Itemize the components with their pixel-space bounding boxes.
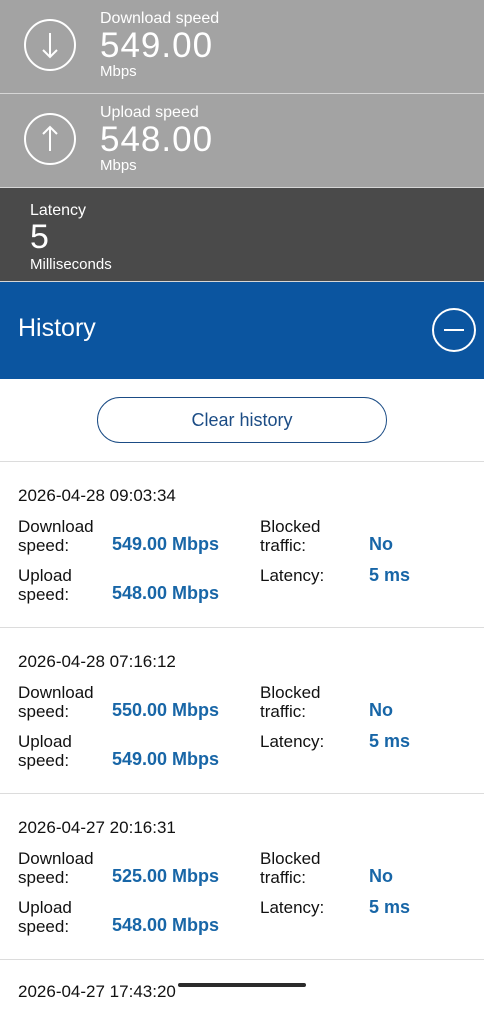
upload-speed-panel: Upload speed 548.00 Mbps — [0, 94, 484, 188]
upload-speed-label: Upload speed: — [18, 566, 72, 604]
latency-value: 5 ms — [369, 731, 411, 751]
download-speed-value: 550.00 Mbps — [112, 700, 220, 720]
download-speed-unit: Mbps — [100, 63, 137, 80]
history-title: History — [18, 314, 96, 342]
upload-speed-value: 548.00 Mbps — [112, 915, 220, 935]
collapse-history-button[interactable] — [432, 308, 476, 352]
blocked-traffic-label: Blocked traffic: — [260, 849, 321, 887]
arrow-down-icon — [24, 19, 76, 71]
latency-value: 5 ms — [369, 565, 411, 585]
upload-speed-label: Upload speed: — [18, 732, 72, 770]
minus-icon — [444, 329, 464, 331]
entry-timestamp: 2026-04-28 09:03:34 — [18, 486, 176, 505]
download-speed-label: Download speed: — [18, 517, 94, 555]
entry-timestamp: 2026-04-28 07:16:12 — [18, 652, 176, 671]
history-entry: 2026-04-28 07:16:12 Download speed: 550.… — [0, 628, 484, 794]
entry-timestamp: 2026-04-27 20:16:31 — [18, 818, 176, 837]
latency-value: 5 — [30, 218, 50, 256]
clear-history-section: Clear history — [0, 379, 484, 462]
upload-speed-value: 548.00 — [100, 120, 214, 159]
download-speed-value: 549.00 Mbps — [112, 534, 220, 554]
clear-history-button[interactable]: Clear history — [97, 397, 387, 443]
history-header: History — [0, 282, 484, 379]
upload-speed-unit: Mbps — [100, 157, 137, 174]
blocked-traffic-label: Blocked traffic: — [260, 517, 321, 555]
upload-speed-label: Upload speed: — [18, 898, 72, 936]
history-entry: 2026-04-28 09:03:34 Download speed: 549.… — [0, 462, 484, 628]
blocked-traffic-value: No — [369, 700, 393, 720]
upload-speed-value: 548.00 Mbps — [112, 583, 220, 603]
latency-label: Latency: — [260, 732, 325, 751]
latency-panel: Latency 5 Milliseconds — [0, 188, 484, 282]
download-speed-value: 549.00 — [100, 26, 214, 65]
arrow-up-icon — [24, 113, 76, 165]
download-speed-label: Download speed: — [18, 683, 94, 721]
entry-timestamp: 2026-04-27 17:43:20 — [18, 982, 176, 1001]
latency-unit: Milliseconds — [30, 256, 112, 273]
download-speed-value: 525.00 Mbps — [112, 866, 220, 886]
upload-speed-value: 549.00 Mbps — [112, 749, 220, 769]
blocked-traffic-value: No — [369, 866, 393, 886]
blocked-traffic-value: No — [369, 534, 393, 554]
blocked-traffic-label: Blocked traffic: — [260, 683, 321, 721]
history-entry: 2026-04-27 17:43:20 — [0, 960, 484, 1020]
download-speed-label: Download speed: — [18, 849, 94, 887]
latency-label: Latency: — [260, 566, 325, 585]
home-indicator[interactable] — [178, 983, 306, 987]
download-speed-panel: Download speed 549.00 Mbps — [0, 0, 484, 94]
latency-label: Latency: — [260, 898, 325, 917]
latency-value: 5 ms — [369, 897, 411, 917]
history-entry: 2026-04-27 20:16:31 Download speed: 525.… — [0, 794, 484, 960]
